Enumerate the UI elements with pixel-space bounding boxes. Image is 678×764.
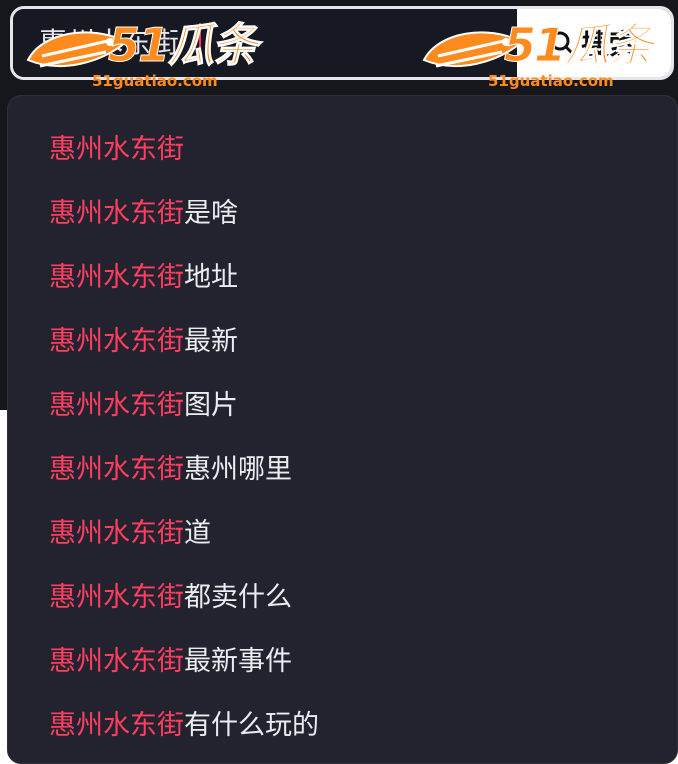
suggestion-rest: 图片 — [184, 390, 238, 421]
suggestion-highlight: 惠州水东街 — [49, 518, 184, 549]
suggestion-highlight: 惠州水东街 — [49, 198, 184, 229]
suggestion-highlight: 惠州水东街 — [49, 646, 184, 677]
watermark-text: 51瓜条 — [503, 18, 654, 72]
suggestion-dropdown: 惠州水东街 惠州水东街是啥 惠州水东街地址 惠州水东街最新 惠州水东街图片 惠州… — [7, 95, 678, 764]
page: 惠州水东街 搜索 51瓜条 51guatiao.com 51瓜条 51guati… — [0, 0, 678, 764]
suggestion-item[interactable]: 惠州水东街都卖什么 — [49, 573, 292, 623]
suggestion-item[interactable]: 惠州水东街惠州哪里 — [49, 445, 292, 495]
suggestion-rest: 有什么玩的 — [184, 710, 319, 741]
suggestion-item[interactable]: 惠州水东街地址 — [49, 253, 238, 303]
suggestion-highlight: 惠州水东街 — [49, 582, 184, 613]
suggestion-item[interactable]: 惠州水东街有什么玩的 — [49, 701, 319, 751]
suggestion-item[interactable]: 惠州水东街道 — [49, 509, 211, 559]
suggestion-item[interactable]: 惠州水东街最新 — [49, 317, 238, 367]
watermark-url: 51guatiao.com — [488, 72, 614, 90]
suggestion-rest: 是啥 — [184, 198, 238, 229]
watermark-logo: 51瓜条 51guatiao.com — [22, 16, 262, 96]
suggestion-highlight: 惠州水东街 — [49, 134, 184, 165]
suggestion-rest: 惠州哪里 — [184, 454, 292, 485]
suggestion-item[interactable]: 惠州水东街是啥 — [49, 189, 238, 239]
watermark-text: 51瓜条 — [107, 18, 258, 72]
suggestion-rest: 都卖什么 — [184, 582, 292, 613]
suggestion-rest: 地址 — [184, 262, 238, 293]
suggestion-highlight: 惠州水东街 — [49, 262, 184, 293]
suggestion-highlight: 惠州水东街 — [49, 710, 184, 741]
watermark-logo: 51瓜条 51guatiao.com — [418, 16, 658, 96]
suggestion-highlight: 惠州水东街 — [49, 454, 184, 485]
suggestion-highlight: 惠州水东街 — [49, 326, 184, 357]
suggestion-item[interactable]: 惠州水东街最新事件 — [49, 637, 292, 687]
suggestion-rest: 道 — [184, 518, 211, 549]
suggestion-highlight: 惠州水东街 — [49, 390, 184, 421]
suggestion-rest: 最新 — [184, 326, 238, 357]
suggestion-rest: 最新事件 — [184, 646, 292, 677]
watermark-url: 51guatiao.com — [92, 72, 218, 90]
suggestion-item[interactable]: 惠州水东街 — [49, 125, 184, 175]
suggestion-item[interactable]: 惠州水东街图片 — [49, 381, 238, 431]
